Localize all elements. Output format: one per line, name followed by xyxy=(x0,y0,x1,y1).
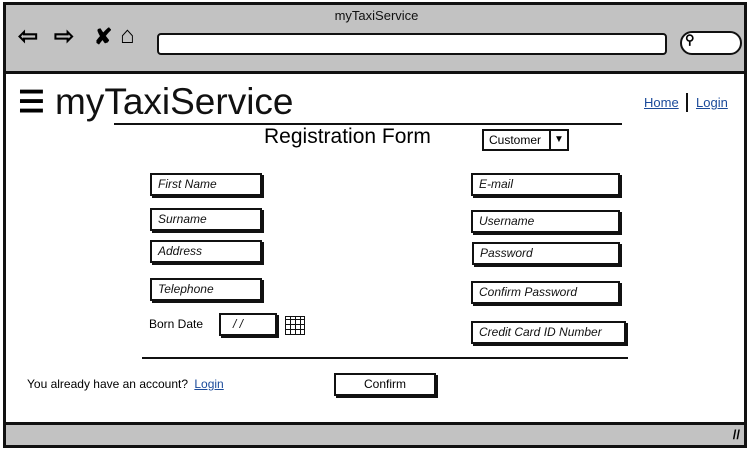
form-title: Registration Form xyxy=(264,125,431,148)
first-name-input[interactable]: First Name xyxy=(150,173,262,196)
bottom-login-link[interactable]: Login xyxy=(194,377,223,391)
confirm-button[interactable]: Confirm xyxy=(334,373,436,396)
home-link[interactable]: Home xyxy=(644,95,679,110)
username-input[interactable]: Username xyxy=(471,210,620,233)
born-date-label: Born Date xyxy=(149,317,204,331)
user-type-value: Customer xyxy=(489,133,542,147)
window-title: myTaxiService xyxy=(334,8,419,23)
password-input[interactable]: Password xyxy=(472,242,620,265)
address-input[interactable]: Address xyxy=(150,240,262,263)
account-prompt: You already have an account? Login xyxy=(27,377,224,391)
confirm-password-input[interactable]: Confirm Password xyxy=(471,281,620,304)
calendar-icon[interactable] xyxy=(285,316,305,335)
telephone-input[interactable]: Telephone xyxy=(150,278,262,301)
form-divider xyxy=(142,357,628,359)
search-icon: ⚲ xyxy=(685,32,695,47)
born-date-input[interactable]: / / xyxy=(219,313,277,336)
stop-icon[interactable]: ✘ xyxy=(94,24,112,50)
logo: myTaxiService xyxy=(55,81,294,122)
url-bar[interactable] xyxy=(157,33,667,55)
status-bar: // xyxy=(3,422,747,448)
home-icon[interactable]: ⌂ xyxy=(120,22,135,50)
forward-icon[interactable]: ⇨ xyxy=(54,22,74,51)
surname-input[interactable]: Surname xyxy=(150,208,262,231)
email-input[interactable]: E-mail xyxy=(471,173,620,196)
account-prompt-text: You already have an account? xyxy=(27,377,189,391)
credit-card-input[interactable]: Credit Card ID Number xyxy=(471,321,626,344)
resize-grip-icon[interactable]: // xyxy=(733,427,740,442)
chevron-down-icon: ▼ xyxy=(549,131,567,149)
login-link[interactable]: Login xyxy=(696,95,728,110)
search-input[interactable]: ⚲ xyxy=(680,31,742,55)
nav-separator xyxy=(686,93,688,112)
back-icon[interactable]: ⇦ xyxy=(18,22,38,51)
user-type-select[interactable]: Customer ▼ xyxy=(482,129,569,151)
menu-icon[interactable]: ☰ xyxy=(18,88,45,118)
